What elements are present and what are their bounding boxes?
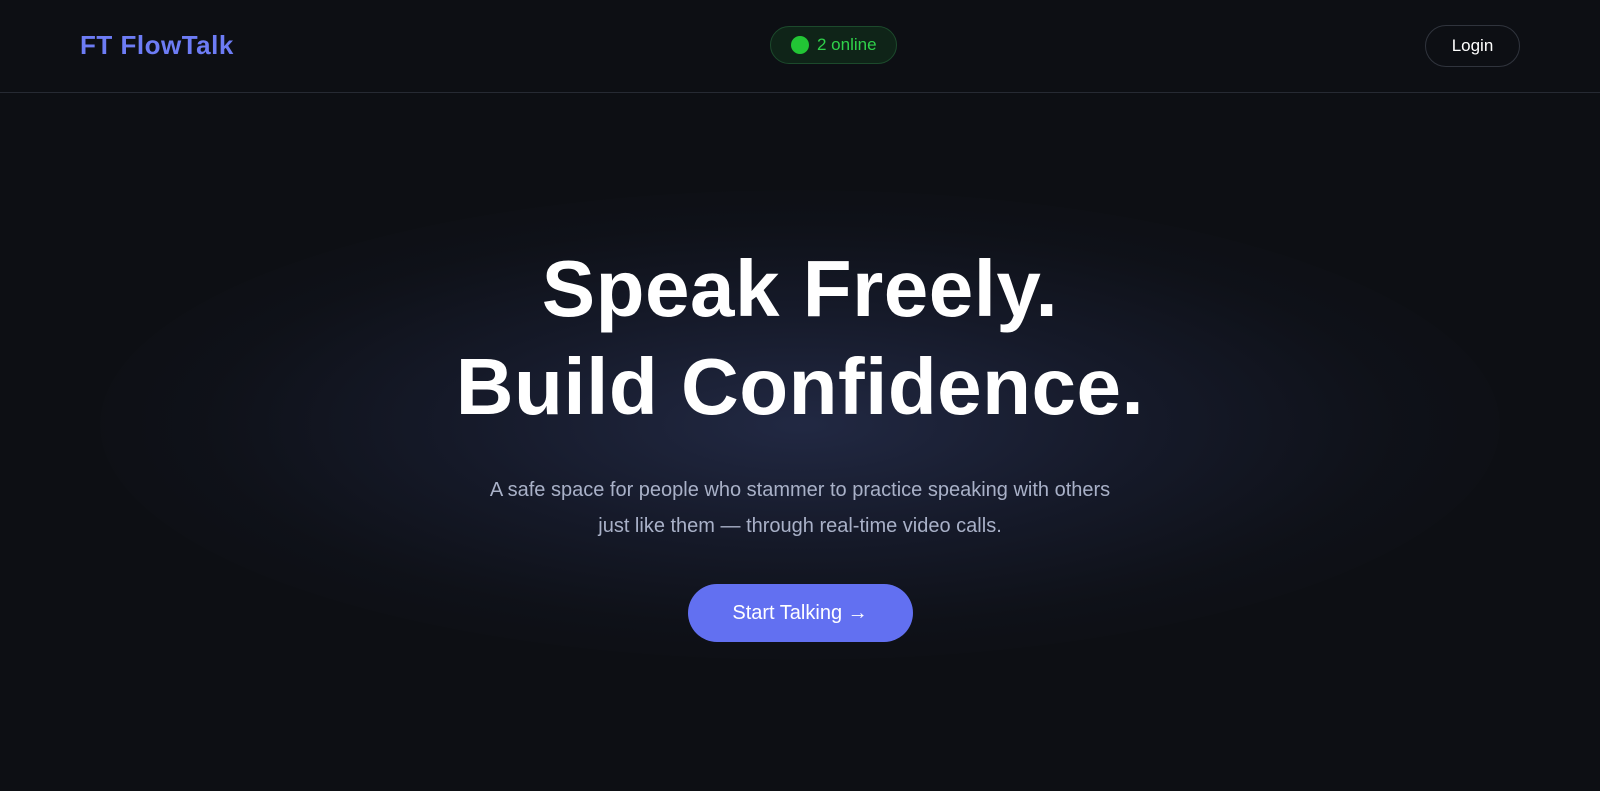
top-navbar: FT FlowTalk 2 online Login (0, 0, 1600, 93)
online-count-label: 2 online (817, 35, 877, 54)
start-talking-button[interactable]: Start Talking → (687, 584, 913, 642)
online-status-badge: 2 online (770, 26, 897, 64)
headline-line-1: Speak Freely. (541, 244, 1059, 333)
hero-headline: Speak Freely. Build Confidence. (0, 240, 1600, 436)
online-dot-icon (791, 36, 809, 54)
landing-page: FT FlowTalk 2 online Login Speak Freely.… (0, 0, 1600, 791)
headline-line-2: Build Confidence. (455, 342, 1145, 431)
hero-section: Speak Freely. Build Confidence. A safe s… (0, 240, 1600, 642)
login-button[interactable]: Login (1425, 25, 1520, 67)
hero-subtitle: A safe space for people who stammer to p… (489, 479, 1111, 537)
brand-logo[interactable]: FT FlowTalk (80, 30, 234, 61)
